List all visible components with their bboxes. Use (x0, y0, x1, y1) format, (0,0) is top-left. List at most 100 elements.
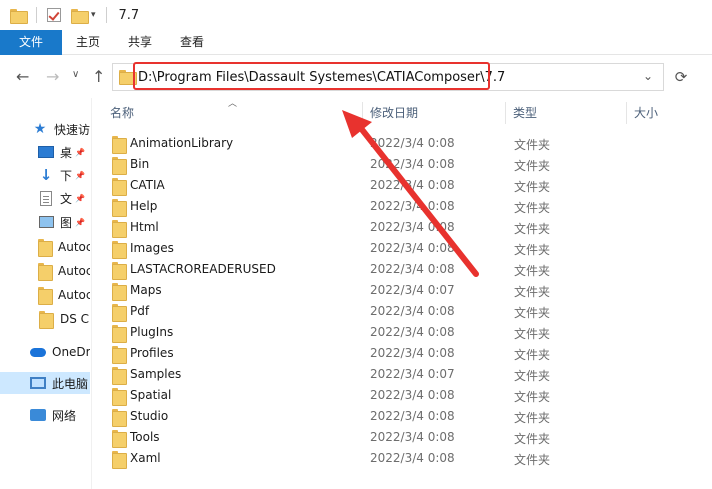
file-date: 2022/3/4 0:08 (370, 409, 455, 423)
file-type: 文件夹 (514, 201, 551, 215)
sidebar-item-label: 文 (60, 191, 73, 206)
refresh-icon[interactable]: ⟳ (670, 63, 692, 91)
folder-icon (112, 346, 127, 365)
file-date: 2022/3/4 0:08 (370, 388, 455, 402)
list-item[interactable]: Images 2022/3/4 0:08 文件夹 (104, 238, 554, 259)
column-modified[interactable]: 修改日期 (362, 98, 504, 128)
folder-icon (38, 287, 53, 305)
list-item[interactable]: Pdf 2022/3/4 0:08 文件夹 (104, 301, 554, 322)
list-item[interactable]: Tools 2022/3/4 0:08 文件夹 (104, 427, 554, 448)
pin-icon: 📌 (75, 217, 85, 227)
file-date: 2022/3/4 0:07 (370, 283, 455, 297)
up-arrow-icon[interactable]: ↑ (92, 67, 105, 86)
file-type: 文件夹 (514, 243, 551, 257)
sidebar-item-folder[interactable]: Autoc (0, 236, 90, 258)
file-date: 2022/3/4 0:08 (370, 220, 455, 234)
file-type: 文件夹 (514, 222, 551, 236)
sidebar-item-label: 图 (60, 215, 73, 230)
folder-icon (112, 325, 127, 344)
sidebar-item-downloads[interactable]: ↓ 下 📌 (0, 164, 90, 186)
list-item[interactable]: LASTACROREADERUSED 2022/3/4 0:08 文件夹 (104, 259, 554, 280)
tab-share[interactable]: 共享 (114, 30, 166, 55)
sidebar-item-folder[interactable]: DS C (0, 308, 90, 330)
list-item[interactable]: PlugIns 2022/3/4 0:08 文件夹 (104, 322, 554, 343)
recent-locations-chevron-icon[interactable]: ∨ (72, 69, 79, 80)
file-date: 2022/3/4 0:08 (370, 325, 455, 339)
file-name: LASTACROREADERUSED (130, 262, 276, 276)
file-type: 文件夹 (514, 327, 551, 341)
file-type: 文件夹 (514, 432, 551, 446)
sidebar-item-desktop[interactable]: 桌 📌 (0, 141, 90, 163)
folder-icon (112, 388, 127, 407)
sidebar-item-label: 下 (60, 168, 73, 183)
sidebar-item-label: OneDr (52, 345, 90, 359)
file-date: 2022/3/4 0:08 (370, 241, 455, 255)
file-date: 2022/3/4 0:08 (370, 304, 455, 318)
sidebar-item-folder[interactable]: Autoc (0, 284, 90, 306)
sidebar-item-label: DS C (60, 312, 90, 326)
file-type: 文件夹 (514, 285, 551, 299)
list-item[interactable]: Studio 2022/3/4 0:08 文件夹 (104, 406, 554, 427)
file-date: 2022/3/4 0:08 (370, 136, 455, 150)
file-name: Bin (130, 157, 150, 171)
file-name: Pdf (130, 304, 150, 318)
column-size[interactable]: 大小 (626, 98, 706, 128)
folder-icon (112, 241, 127, 260)
column-name[interactable]: 名称 (102, 98, 360, 128)
sidebar-item-this-pc[interactable]: 此电脑 (0, 372, 90, 394)
file-name: Studio (130, 409, 169, 423)
file-name: Xaml (130, 451, 161, 465)
file-name: Spatial (130, 388, 172, 402)
folder-icon (112, 430, 127, 449)
file-type: 文件夹 (514, 369, 551, 383)
folder-icon[interactable] (10, 8, 28, 24)
folder-icon (112, 367, 127, 386)
list-item[interactable]: CATIA 2022/3/4 0:08 文件夹 (104, 175, 554, 196)
list-item[interactable]: Spatial 2022/3/4 0:08 文件夹 (104, 385, 554, 406)
sidebar-item-pictures[interactable]: 图 📌 (0, 211, 90, 233)
highlight-box (133, 62, 490, 90)
star-icon: ★ (33, 121, 47, 137)
download-icon: ↓ (39, 166, 53, 184)
list-item[interactable]: Xaml 2022/3/4 0:08 文件夹 (104, 448, 554, 469)
pane-divider[interactable] (91, 98, 92, 489)
file-name: Maps (130, 283, 162, 297)
sidebar-item-folder[interactable]: Autoc (0, 260, 90, 282)
folder-icon (38, 311, 54, 329)
new-folder-icon[interactable] (71, 8, 89, 24)
list-item[interactable]: AnimationLibrary 2022/3/4 0:08 文件夹 (104, 133, 554, 154)
sidebar-item-label: Autoc (58, 264, 90, 278)
folder-icon (112, 157, 127, 176)
list-item[interactable]: Profiles 2022/3/4 0:08 文件夹 (104, 343, 554, 364)
list-item[interactable]: Html 2022/3/4 0:08 文件夹 (104, 217, 554, 238)
file-type: 文件夹 (514, 453, 551, 467)
list-item[interactable]: Samples 2022/3/4 0:07 文件夹 (104, 364, 554, 385)
desktop-icon (38, 146, 54, 158)
sidebar-item-onedrive[interactable]: OneDr (0, 341, 90, 363)
tab-file[interactable]: 文件 (0, 30, 63, 55)
file-date: 2022/3/4 0:08 (370, 157, 455, 171)
address-dropdown-icon[interactable]: ⌄ (643, 69, 653, 83)
properties-check-icon[interactable] (47, 8, 61, 22)
tab-home[interactable]: 主页 (62, 30, 114, 55)
sidebar-item-network[interactable]: 网络 (0, 404, 90, 426)
file-name: AnimationLibrary (130, 136, 234, 150)
list-item[interactable]: Maps 2022/3/4 0:07 文件夹 (104, 280, 554, 301)
sidebar-item-quick-access[interactable]: ★ 快速访 (0, 118, 90, 140)
file-name: Help (130, 199, 158, 213)
list-item[interactable]: Bin 2022/3/4 0:08 文件夹 (104, 154, 554, 175)
forward-arrow-icon[interactable]: → (46, 67, 59, 86)
file-name: Html (130, 220, 159, 234)
folder-icon (112, 262, 127, 281)
tab-view[interactable]: 查看 (166, 30, 218, 55)
sidebar-item-documents[interactable]: 文 📌 (0, 187, 90, 209)
folder-icon (112, 451, 127, 470)
back-arrow-icon[interactable]: ← (16, 67, 29, 86)
list-item[interactable]: Help 2022/3/4 0:08 文件夹 (104, 196, 554, 217)
file-name: Tools (130, 430, 160, 444)
window-title: 7.7 (118, 7, 140, 23)
quick-access-dropdown-icon[interactable]: ▾ (91, 10, 96, 20)
pin-icon: 📌 (75, 170, 85, 180)
column-type[interactable]: 类型 (505, 98, 625, 128)
file-type: 文件夹 (514, 390, 551, 404)
